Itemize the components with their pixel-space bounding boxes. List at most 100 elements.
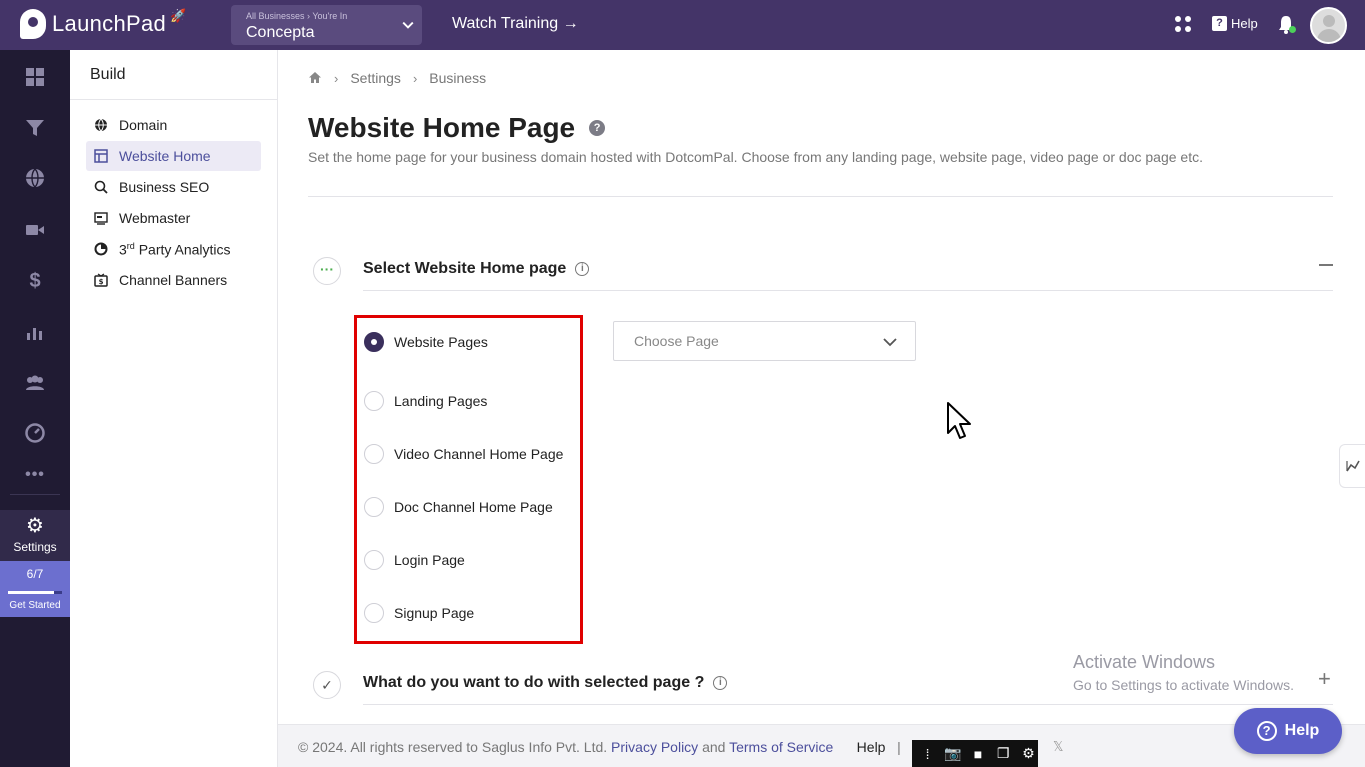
- get-started-label: Get Started: [9, 600, 61, 611]
- radio-option-login-page[interactable]: Login Page: [364, 550, 465, 570]
- build-menu: Domain Website Home Business SEO Webmast…: [70, 100, 277, 295]
- footer-separator: |: [897, 739, 901, 755]
- sidebar-item-label: Channel Banners: [119, 272, 228, 288]
- home-icon[interactable]: [308, 71, 322, 84]
- video-icon[interactable]: [24, 219, 46, 241]
- more-icon[interactable]: •••: [24, 464, 46, 486]
- rocket-icon: 🚀: [170, 8, 187, 23]
- sidebar-item-domain[interactable]: Domain: [86, 110, 261, 140]
- sidebar-item-third-party-analytics[interactable]: 3rd Party Analytics: [86, 234, 261, 264]
- radio-unselected-icon[interactable]: [364, 497, 384, 517]
- chart-toggle-icon: [1346, 460, 1360, 472]
- dashboard-icon[interactable]: [24, 66, 46, 88]
- people-icon[interactable]: [24, 372, 46, 394]
- camera-icon[interactable]: 📷: [943, 745, 962, 762]
- radio-unselected-icon[interactable]: [364, 603, 384, 623]
- radio-unselected-icon[interactable]: [364, 391, 384, 411]
- sidebar-item-webmaster[interactable]: Webmaster: [86, 203, 261, 233]
- app-name: LaunchPad: [52, 11, 167, 36]
- dollar-icon[interactable]: $: [24, 270, 46, 292]
- collapse-icon[interactable]: [1319, 264, 1333, 266]
- avatar[interactable]: [1310, 7, 1347, 44]
- gear-icon: ⚙: [26, 515, 44, 537]
- settings-label: Settings: [13, 540, 57, 554]
- help-label: Help: [1231, 16, 1258, 31]
- watermark-line2: Go to Settings to activate Windows.: [1073, 677, 1294, 693]
- radio-option-signup-page[interactable]: Signup Page: [364, 603, 474, 623]
- sidebar-item-label: Domain: [119, 117, 168, 133]
- copyright: © 2024. All rights reserved to Saglus In…: [298, 739, 608, 755]
- radio-unselected-icon[interactable]: [364, 550, 384, 570]
- help-fab-label: Help: [1284, 722, 1320, 739]
- info-icon[interactable]: i: [713, 676, 728, 690]
- radio-unselected-icon[interactable]: [364, 444, 384, 464]
- business-name: Concepta: [246, 24, 315, 41]
- page-title-row: Website Home Page ?: [308, 112, 606, 144]
- radio-option-doc-channel-home[interactable]: Doc Channel Home Page: [364, 497, 553, 517]
- breadcrumb-business[interactable]: Business: [429, 70, 486, 86]
- privacy-policy-link[interactable]: Privacy Policy: [611, 739, 698, 755]
- radio-label: Video Channel Home Page: [394, 446, 564, 462]
- choose-page-placeholder: Choose Page: [634, 333, 719, 349]
- choose-page-select[interactable]: Choose Page: [613, 321, 916, 361]
- footer-help-link[interactable]: Help: [857, 739, 886, 755]
- notification-dot: [1289, 26, 1296, 33]
- side-panel-toggle[interactable]: [1339, 444, 1365, 488]
- divider: [363, 290, 1333, 291]
- mouse-cursor-icon: [947, 402, 971, 439]
- radio-label: Doc Channel Home Page: [394, 499, 553, 515]
- settings-nav[interactable]: ⚙ Settings: [0, 510, 70, 562]
- terms-of-service-link[interactable]: Terms of Service: [729, 739, 833, 755]
- footer-text: © 2024. All rights reserved to Saglus In…: [298, 739, 933, 755]
- business-switcher[interactable]: All Businesses › You're In Concepta: [231, 5, 422, 45]
- chevron-down-icon: [402, 21, 414, 29]
- watch-training-link[interactable]: Watch Training →: [452, 15, 579, 33]
- expand-icon[interactable]: +: [1318, 668, 1331, 690]
- help-icon: ?: [1256, 721, 1277, 741]
- help-floating-button[interactable]: ? Help: [1234, 708, 1342, 754]
- help-icon: ?: [1212, 16, 1227, 31]
- sidebar-item-label: Webmaster: [119, 210, 191, 226]
- analytics-icon[interactable]: [24, 321, 46, 343]
- step2-header[interactable]: What do you want to do with selected pag…: [363, 674, 728, 692]
- x-twitter-icon[interactable]: 𝕏: [1053, 739, 1063, 755]
- app-logo[interactable]: LaunchPad 🚀: [20, 8, 187, 39]
- globe-icon[interactable]: [24, 167, 46, 189]
- chart-pie-icon: [94, 242, 108, 256]
- build-title: Build: [70, 50, 277, 100]
- sidebar-item-website-home[interactable]: Website Home: [86, 141, 261, 171]
- radio-label: Website Pages: [394, 334, 488, 350]
- gear-icon[interactable]: ⚙: [1019, 745, 1038, 762]
- step2-title: What do you want to do with selected pag…: [363, 674, 705, 691]
- banner-icon: $: [94, 273, 108, 287]
- info-icon[interactable]: i: [575, 262, 590, 276]
- radio-option-website-pages[interactable]: Website Pages: [364, 332, 488, 352]
- page-title: Website Home Page: [308, 112, 576, 143]
- apps-grid-icon[interactable]: [1175, 16, 1193, 34]
- window-icon[interactable]: ❐: [994, 745, 1013, 762]
- footer-and: and: [702, 739, 726, 755]
- globe-icon: [95, 118, 107, 132]
- webmaster-icon: [94, 212, 108, 225]
- breadcrumb-settings[interactable]: Settings: [350, 70, 401, 86]
- radio-option-video-channel-home[interactable]: Video Channel Home Page: [364, 444, 563, 464]
- watermark-line1: Activate Windows: [1073, 652, 1216, 672]
- sidebar-item-channel-banners[interactable]: $ Channel Banners: [86, 265, 261, 295]
- drag-handle-icon[interactable]: ⁞: [918, 746, 937, 762]
- page-description: Set the home page for your business doma…: [308, 149, 1203, 165]
- sidebar-item-business-seo[interactable]: Business SEO: [86, 172, 261, 202]
- radio-label: Signup Page: [394, 605, 475, 621]
- step1-header[interactable]: Select Website Home page i: [363, 260, 590, 278]
- help-menu[interactable]: ? Help: [1212, 16, 1258, 31]
- radio-selected-icon[interactable]: [364, 332, 384, 352]
- radio-option-landing-pages[interactable]: Landing Pages: [364, 391, 487, 411]
- logo-mark-icon: [20, 9, 46, 39]
- gauge-icon[interactable]: [24, 422, 46, 444]
- chevron-down-icon: [883, 338, 897, 347]
- funnel-icon[interactable]: [24, 117, 46, 139]
- icon-rail: $ ••• ⚙ Settings 6/7 Get Started: [0, 50, 70, 767]
- help-circle-icon[interactable]: ?: [589, 120, 606, 136]
- get-started-progress[interactable]: 6/7 Get Started: [0, 561, 70, 617]
- video-record-icon[interactable]: ■: [968, 746, 987, 762]
- step-check-icon: ✓: [313, 671, 341, 699]
